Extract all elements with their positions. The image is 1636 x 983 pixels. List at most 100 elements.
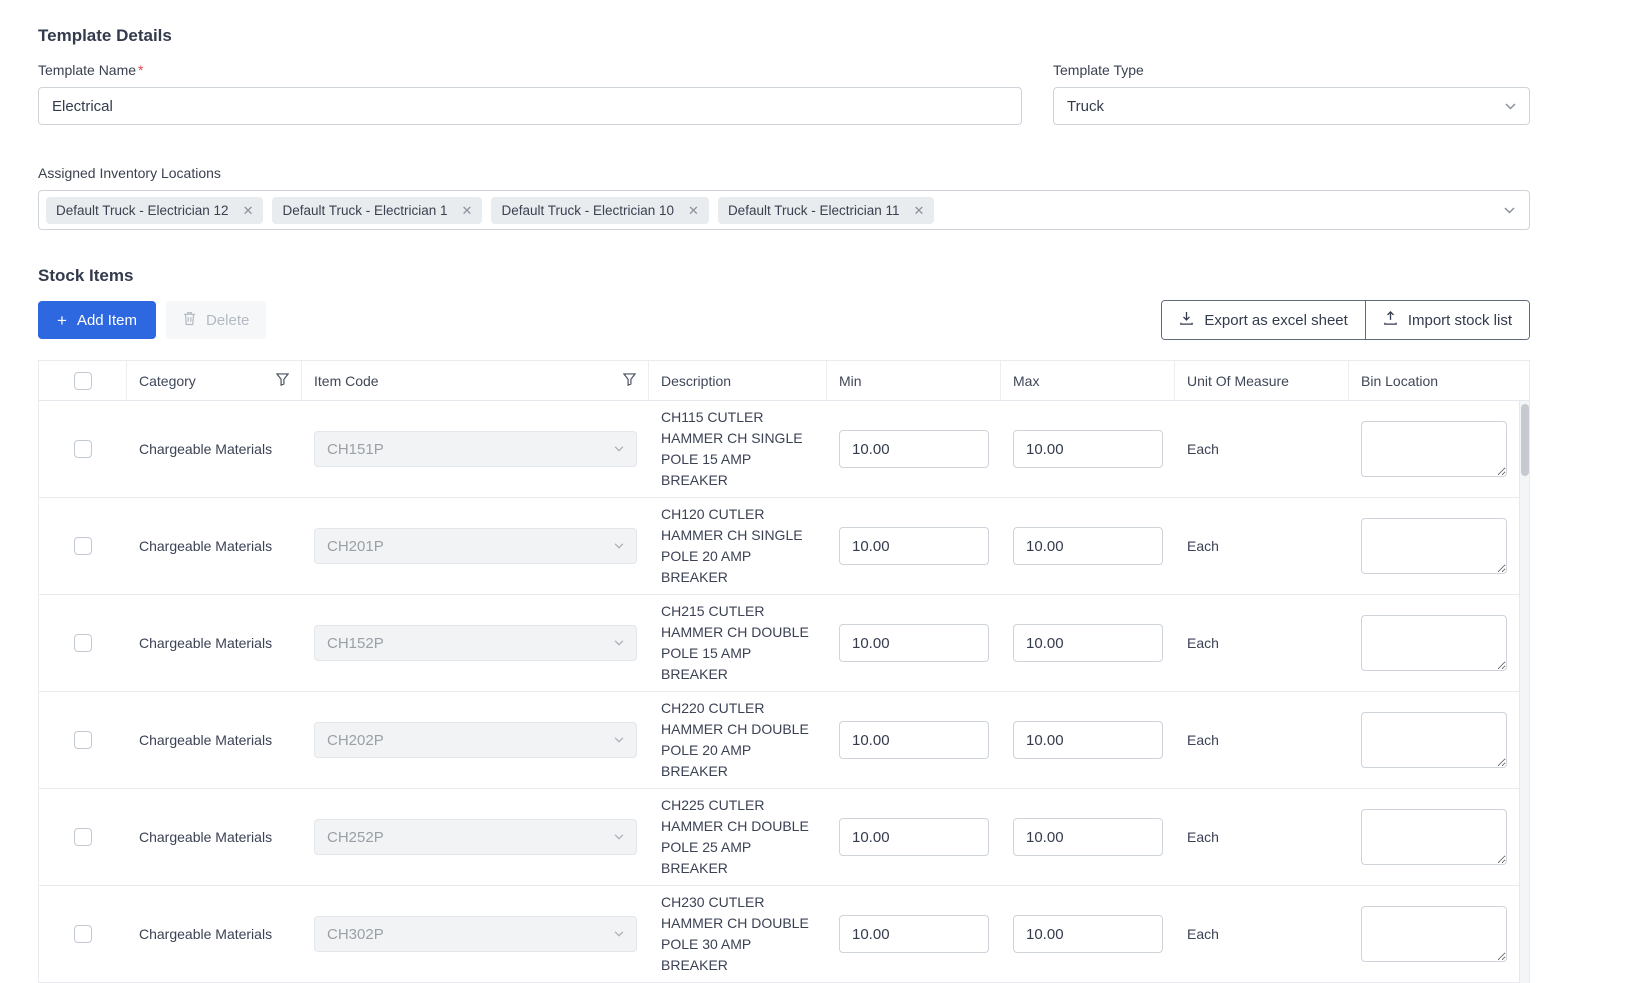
min-input[interactable] bbox=[839, 527, 989, 565]
remove-tag-icon[interactable]: ✕ bbox=[688, 204, 699, 217]
locations-multiselect[interactable]: Default Truck - Electrician 12 ✕ Default… bbox=[38, 190, 1530, 230]
template-details-page: Template Details Template Name* Template… bbox=[0, 0, 1636, 983]
row-select-cell bbox=[39, 531, 127, 561]
chevron-down-icon bbox=[1505, 102, 1516, 110]
category-value: Chargeable Materials bbox=[139, 926, 273, 942]
description-value: CH220 CUTLER HAMMER CH DOUBLE POLE 20 AM… bbox=[661, 700, 809, 779]
table-scrollbar[interactable] bbox=[1519, 401, 1529, 983]
location-tags: Default Truck - Electrician 12 ✕ Default… bbox=[46, 196, 1495, 224]
description-cell: CH220 CUTLER HAMMER CH DOUBLE POLE 20 AM… bbox=[649, 692, 827, 788]
min-input[interactable] bbox=[839, 915, 989, 953]
import-stock-button[interactable]: Import stock list bbox=[1364, 301, 1529, 339]
description-cell: CH225 CUTLER HAMMER CH DOUBLE POLE 25 AM… bbox=[649, 789, 827, 885]
max-input[interactable] bbox=[1013, 721, 1163, 759]
chevron-down-icon bbox=[614, 640, 624, 646]
header-bin-location: Bin Location bbox=[1361, 372, 1439, 389]
max-cell bbox=[1001, 618, 1175, 668]
row-checkbox[interactable] bbox=[74, 537, 92, 555]
item-code-cell: CH201P bbox=[302, 522, 649, 570]
bin-location-textarea[interactable] bbox=[1361, 518, 1507, 574]
row-checkbox[interactable] bbox=[74, 634, 92, 652]
min-input[interactable] bbox=[839, 818, 989, 856]
row-select-cell bbox=[39, 822, 127, 852]
template-name-field: Template Name * bbox=[38, 62, 1022, 125]
item-code-value: CH252P bbox=[327, 828, 384, 846]
bin-location-cell bbox=[1349, 706, 1519, 774]
stock-items-section: Stock Items + Add Item Delete Export as … bbox=[38, 266, 1530, 983]
stock-items-title: Stock Items bbox=[38, 266, 134, 285]
item-code-cell: CH152P bbox=[302, 619, 649, 667]
max-input[interactable] bbox=[1013, 430, 1163, 468]
row-checkbox[interactable] bbox=[74, 731, 92, 749]
item-code-cell: CH252P bbox=[302, 813, 649, 861]
bin-location-cell bbox=[1349, 512, 1519, 580]
max-cell bbox=[1001, 424, 1175, 474]
row-checkbox[interactable] bbox=[74, 440, 92, 458]
item-code-cell: CH151P bbox=[302, 425, 649, 473]
category-cell: Chargeable Materials bbox=[127, 532, 302, 560]
location-tag: Default Truck - Electrician 12 ✕ bbox=[46, 196, 264, 224]
bin-location-textarea[interactable] bbox=[1361, 421, 1507, 477]
item-code-cell: CH202P bbox=[302, 716, 649, 764]
filter-icon[interactable] bbox=[275, 372, 290, 389]
location-tag-label: Default Truck - Electrician 1 bbox=[282, 202, 448, 218]
location-tag-label: Default Truck - Electrician 10 bbox=[501, 202, 675, 218]
category-cell: Chargeable Materials bbox=[127, 920, 302, 948]
location-tag-label: Default Truck - Electrician 11 bbox=[727, 202, 900, 218]
max-input[interactable] bbox=[1013, 818, 1163, 856]
uom-cell: Each bbox=[1175, 823, 1349, 851]
remove-tag-icon[interactable]: ✕ bbox=[243, 204, 254, 217]
export-excel-button[interactable]: Export as excel sheet bbox=[1162, 301, 1365, 339]
table-row: Chargeable Materials CH302P CH230 CUTLER… bbox=[39, 886, 1529, 983]
max-cell bbox=[1001, 715, 1175, 765]
category-value: Chargeable Materials bbox=[139, 829, 273, 845]
uom-cell: Each bbox=[1175, 532, 1349, 560]
form-top-row: Template Name* Template Type Truck bbox=[38, 62, 1530, 125]
row-checkbox[interactable] bbox=[74, 828, 92, 846]
item-code-cell: CH302P bbox=[302, 910, 649, 958]
header-uom: Unit Of Measure bbox=[1175, 361, 1349, 400]
delete-button[interactable]: Delete bbox=[165, 301, 267, 339]
category-value: Chargeable Materials bbox=[139, 441, 273, 457]
add-item-button[interactable]: + Add Item bbox=[38, 301, 156, 339]
bin-location-textarea[interactable] bbox=[1361, 615, 1507, 671]
select-all-checkbox[interactable] bbox=[73, 371, 92, 390]
table-header-row: Category Item Code Description Min Max U… bbox=[39, 361, 1529, 401]
header-max: Max bbox=[1001, 361, 1175, 400]
remove-tag-icon[interactable]: ✕ bbox=[462, 204, 473, 217]
template-type-select[interactable]: Truck bbox=[1053, 87, 1530, 125]
max-input[interactable] bbox=[1013, 915, 1163, 953]
row-select-cell bbox=[39, 628, 127, 658]
min-input[interactable] bbox=[839, 624, 989, 662]
item-code-select[interactable]: CH302P bbox=[314, 916, 637, 952]
item-code-select[interactable]: CH201P bbox=[314, 528, 637, 564]
item-code-select[interactable]: CH151P bbox=[314, 431, 637, 467]
location-tag: Default Truck - Electrician 1 ✕ bbox=[272, 196, 483, 224]
filter-icon[interactable] bbox=[622, 372, 637, 389]
row-select-cell bbox=[39, 919, 127, 949]
category-cell: Chargeable Materials bbox=[127, 823, 302, 851]
category-cell: Chargeable Materials bbox=[127, 726, 302, 754]
max-input[interactable] bbox=[1013, 527, 1163, 565]
scrollbar-thumb[interactable] bbox=[1521, 404, 1529, 476]
item-code-select[interactable]: CH252P bbox=[314, 819, 637, 855]
min-input[interactable] bbox=[839, 430, 989, 468]
bin-location-textarea[interactable] bbox=[1361, 712, 1507, 768]
min-input[interactable] bbox=[839, 721, 989, 759]
item-code-select[interactable]: CH202P bbox=[314, 722, 637, 758]
category-cell: Chargeable Materials bbox=[127, 435, 302, 463]
uom-cell: Each bbox=[1175, 629, 1349, 657]
download-icon bbox=[1179, 311, 1194, 330]
bin-location-textarea[interactable] bbox=[1361, 906, 1507, 962]
item-code-select[interactable]: CH152P bbox=[314, 625, 637, 661]
plus-icon: + bbox=[57, 310, 67, 330]
max-input[interactable] bbox=[1013, 624, 1163, 662]
template-type-field: Template Type Truck bbox=[1053, 62, 1530, 125]
description-cell: CH215 CUTLER HAMMER CH DOUBLE POLE 15 AM… bbox=[649, 595, 827, 691]
row-checkbox[interactable] bbox=[74, 925, 92, 943]
bin-location-textarea[interactable] bbox=[1361, 809, 1507, 865]
remove-tag-icon[interactable]: ✕ bbox=[914, 204, 925, 217]
item-code-value: CH202P bbox=[327, 731, 384, 749]
chevron-down-icon bbox=[614, 737, 624, 743]
template-name-input[interactable] bbox=[38, 87, 1022, 125]
